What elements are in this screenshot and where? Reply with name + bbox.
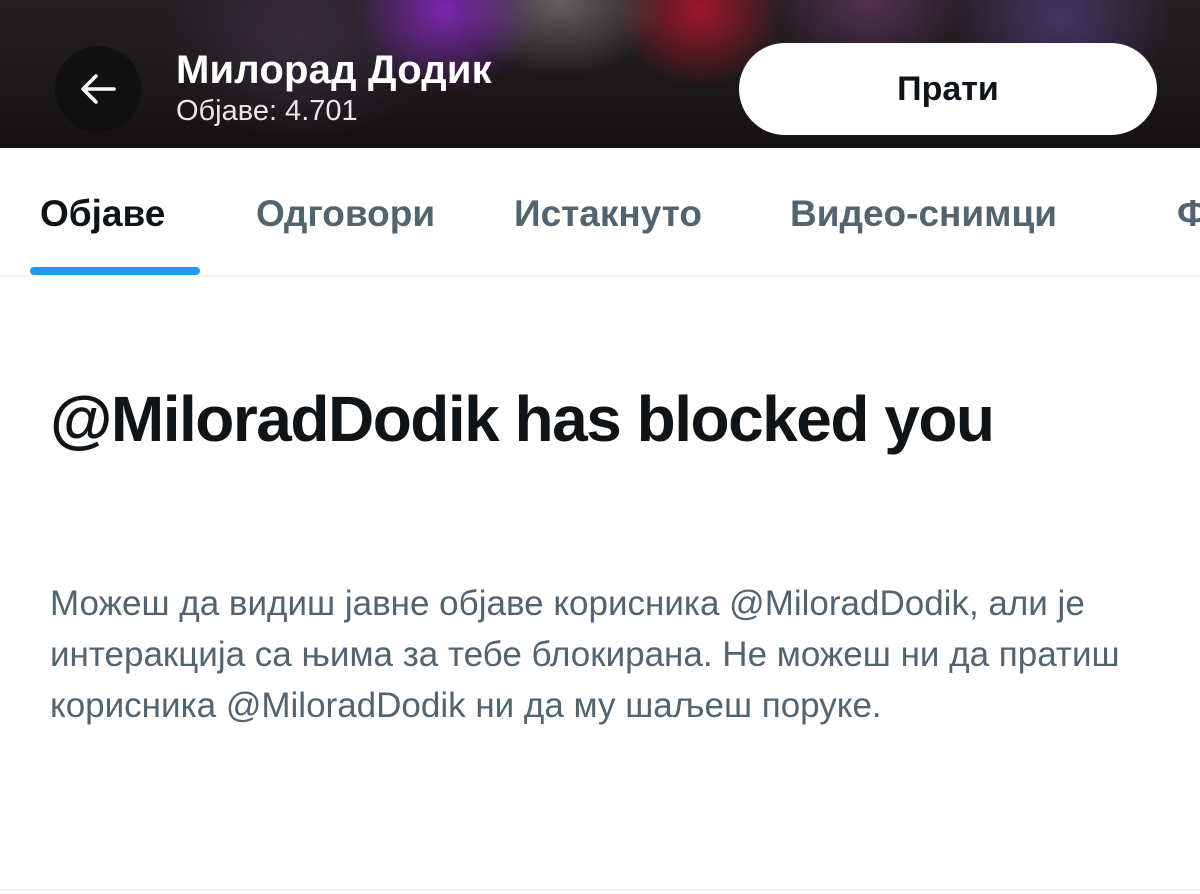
arrow-left-icon: [78, 72, 118, 106]
bottom-divider: [0, 889, 1200, 891]
profile-page: Милорад Додик Објаве: 4.701 Прати Објаве…: [0, 0, 1200, 894]
tab-videos[interactable]: Видео-снимци: [790, 195, 1057, 232]
tab-photos[interactable]: Ф: [1177, 195, 1200, 232]
active-tab-indicator: [30, 267, 200, 275]
tabs-divider: [0, 275, 1200, 277]
blocked-title: @MiloradDodik has blocked you: [50, 383, 995, 455]
tab-highlights[interactable]: Истакнуто: [514, 195, 702, 232]
blocked-description: Можеш да видиш јавне објаве корисника @M…: [50, 584, 1120, 725]
tab-posts[interactable]: Објаве: [40, 195, 165, 232]
tab-replies[interactable]: Одговори: [256, 195, 435, 232]
follow-button[interactable]: Прати: [739, 43, 1157, 135]
back-button[interactable]: [55, 46, 141, 132]
profile-tabs: Објаве Одговори Истакнуто Видео-снимци Ф: [0, 148, 1200, 276]
profile-name: Милорад Додик: [176, 48, 492, 92]
profile-header: Милорад Додик Објаве: 4.701 Прати: [0, 0, 1200, 148]
post-count: Објаве: 4.701: [176, 95, 358, 127]
